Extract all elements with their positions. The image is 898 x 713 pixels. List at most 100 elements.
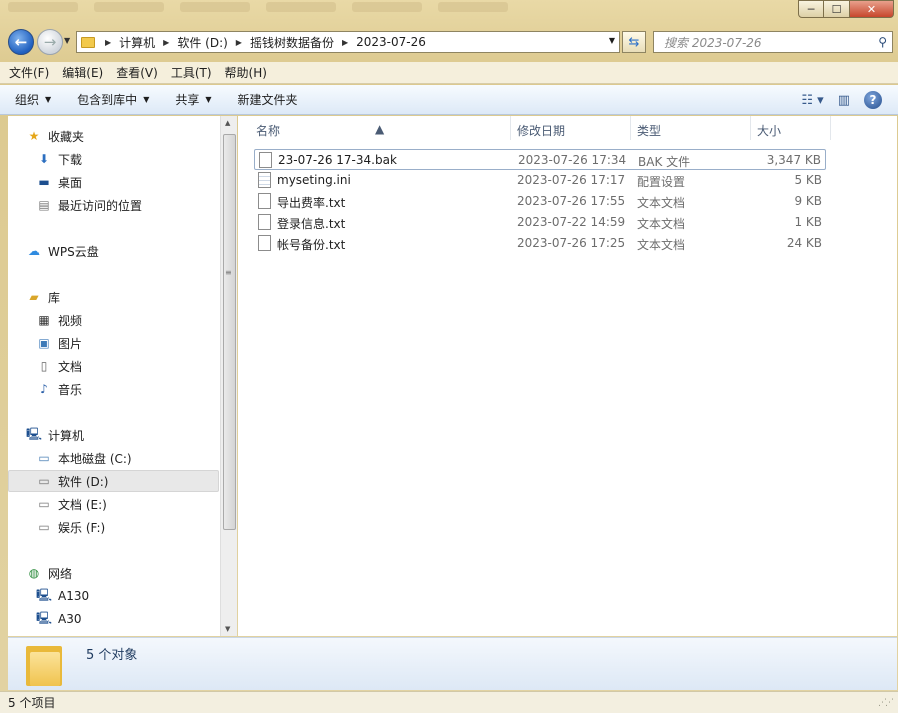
- column-date-modified[interactable]: 修改日期: [517, 122, 565, 139]
- file-name: 帐号备份.txt: [277, 238, 346, 252]
- sidebar-item-music[interactable]: ♪ 音乐: [36, 378, 82, 400]
- search-icon[interactable]: ⚲: [878, 35, 887, 49]
- address-bar[interactable]: ▶ 计算机 ▶ 软件 (D:) ▶ 摇钱树数据备份 ▶ 2023-07-26 ▼: [76, 31, 620, 53]
- sidebar-item-wps-cloud[interactable]: ☁ WPS云盘: [26, 240, 99, 262]
- chevron-right-icon[interactable]: ▶: [236, 38, 242, 47]
- cloud-icon: ☁: [28, 244, 40, 258]
- sidebar-label: 软件 (D:): [58, 474, 109, 489]
- file-date: 2023-07-26 17:34: [518, 153, 627, 167]
- column-name[interactable]: 名称: [256, 122, 280, 139]
- column-divider[interactable]: [750, 116, 751, 140]
- scrollbar-thumb[interactable]: [223, 134, 236, 530]
- new-folder-label: 新建文件夹: [237, 93, 298, 107]
- system-drive-icon: ▭: [38, 451, 50, 465]
- include-library-label: 包含到库中: [77, 93, 138, 107]
- file-row[interactable]: 导出费率.txt 2023-07-26 17:55 文本文档 9 KB: [254, 191, 826, 212]
- sidebar-item-drive-c[interactable]: ▭ 本地磁盘 (C:): [36, 447, 131, 469]
- close-button[interactable]: ✕: [850, 0, 894, 18]
- background-taskbar-strip: [0, 0, 600, 14]
- address-dropdown-arrow[interactable]: ▼: [609, 36, 615, 45]
- search-placeholder: 搜索 2023-07-26: [664, 35, 762, 50]
- breadcrumb-backup-folder[interactable]: 摇钱树数据备份: [250, 34, 334, 51]
- new-folder-button[interactable]: 新建文件夹: [238, 91, 298, 108]
- sidebar-item-pictures[interactable]: ▣ 图片: [36, 332, 82, 354]
- sidebar-item-documents[interactable]: ▯ 文档: [36, 355, 82, 377]
- menu-tools[interactable]: 工具(T): [171, 64, 212, 81]
- back-button[interactable]: ←: [8, 29, 34, 55]
- chevron-down-icon: ▼: [205, 95, 212, 104]
- text-file-icon: [258, 214, 271, 230]
- view-options-icon[interactable]: ☷ ▾: [801, 93, 823, 108]
- menu-edit[interactable]: 编辑(E): [62, 64, 103, 81]
- chevron-right-icon[interactable]: ▶: [105, 38, 111, 47]
- column-divider[interactable]: [510, 116, 511, 140]
- sidebar-item-a30[interactable]: 🖳 A30: [36, 608, 81, 630]
- sidebar-item-desktop[interactable]: ▬ 桌面: [36, 171, 82, 193]
- arrow-left-icon: ←: [14, 33, 28, 51]
- sidebar-label: WPS云盘: [48, 244, 99, 259]
- sidebar-label: A130: [58, 589, 90, 603]
- video-icon: ▦: [38, 313, 50, 327]
- library-icon: ▰: [29, 290, 39, 304]
- sort-ascending-icon: ▲: [375, 122, 385, 136]
- share-button[interactable]: 共享 ▼: [175, 91, 211, 108]
- search-box[interactable]: 搜索 2023-07-26 ⚲: [653, 31, 893, 53]
- sidebar-label: 收藏夹: [48, 129, 85, 144]
- column-divider[interactable]: [630, 116, 631, 140]
- sidebar-item-computer[interactable]: 🖳 计算机: [26, 424, 84, 446]
- preview-pane-icon[interactable]: ▥: [838, 93, 850, 108]
- column-size[interactable]: 大小: [757, 122, 781, 139]
- sidebar-item-a130[interactable]: 🖳 A130: [36, 585, 89, 607]
- sidebar-label: 下载: [58, 152, 83, 167]
- file-name: 登录信息.txt: [277, 217, 346, 231]
- sidebar-item-recent[interactable]: ▤ 最近访问的位置: [36, 194, 142, 216]
- file-row[interactable]: myseting.ini 2023-07-26 17:17 配置设置 5 KB: [254, 170, 826, 191]
- file-row[interactable]: 登录信息.txt 2023-07-22 14:59 文本文档 1 KB: [254, 212, 826, 233]
- sidebar-item-drive-e[interactable]: ▭ 文档 (E:): [36, 493, 106, 515]
- file-list-pane: ▲ 名称 修改日期 类型 大小 23-07-26 17-34.bak 2023-…: [238, 116, 897, 636]
- resize-grip-icon[interactable]: ⋰⋰: [878, 698, 894, 708]
- forward-button[interactable]: →: [37, 29, 63, 55]
- desktop-icon: ▬: [38, 175, 50, 189]
- sidebar-item-videos[interactable]: ▦ 视频: [36, 309, 82, 331]
- chevron-right-icon[interactable]: ▶: [163, 38, 169, 47]
- help-icon[interactable]: ?: [864, 91, 882, 109]
- command-toolbar: 组织 ▼ 包含到库中 ▼ 共享 ▼ 新建文件夹 ☷ ▾ ▥ ?: [0, 85, 898, 115]
- breadcrumb-date-folder[interactable]: 2023-07-26: [356, 35, 426, 49]
- file-size: 3,347 KB: [766, 153, 821, 167]
- column-type[interactable]: 类型: [637, 122, 661, 139]
- sidebar-item-drive-d[interactable]: ▭ 软件 (D:): [8, 470, 219, 492]
- column-divider[interactable]: [830, 116, 831, 140]
- object-count: 5 个对象: [86, 648, 138, 663]
- include-in-library-button[interactable]: 包含到库中 ▼: [77, 91, 149, 108]
- organize-button[interactable]: 组织 ▼: [15, 91, 51, 108]
- sidebar-item-drive-f[interactable]: ▭ 娱乐 (F:): [36, 516, 105, 538]
- recent-pages-dropdown[interactable]: ▼: [64, 36, 70, 45]
- menu-help[interactable]: 帮助(H): [225, 64, 267, 81]
- maximize-button[interactable]: ☐: [824, 0, 850, 18]
- menu-view[interactable]: 查看(V): [116, 64, 158, 81]
- menu-file[interactable]: 文件(F): [9, 64, 49, 81]
- file-size: 9 KB: [794, 194, 822, 208]
- minimize-button[interactable]: ─: [798, 0, 824, 18]
- scroll-up-arrow[interactable]: ▲: [225, 119, 230, 127]
- refresh-button[interactable]: ⇆: [622, 31, 646, 53]
- sidebar-item-favorites[interactable]: ★ 收藏夹: [26, 125, 84, 147]
- menu-bar: 文件(F) 编辑(E) 查看(V) 工具(T) 帮助(H): [0, 62, 898, 84]
- scroll-down-arrow[interactable]: ▼: [225, 625, 230, 633]
- file-row[interactable]: 23-07-26 17-34.bak 2023-07-26 17:34 BAK …: [254, 149, 826, 170]
- recent-places-icon: ▤: [38, 198, 50, 212]
- sidebar-item-downloads[interactable]: ⬇ 下载: [36, 148, 82, 170]
- sidebar-label: 库: [48, 290, 61, 305]
- breadcrumb-drive-d[interactable]: 软件 (D:): [177, 34, 227, 51]
- chevron-right-icon[interactable]: ▶: [342, 38, 348, 47]
- file-type: 文本文档: [637, 238, 686, 252]
- sidebar-item-libraries[interactable]: ▰ 库: [26, 286, 60, 308]
- sidebar-item-network[interactable]: ◍ 网络: [26, 562, 72, 584]
- scroll-grip-icon: ≡: [225, 268, 232, 277]
- file-row[interactable]: 帐号备份.txt 2023-07-26 17:25 文本文档 24 KB: [254, 233, 826, 254]
- file-date: 2023-07-26 17:25: [517, 236, 626, 250]
- arrow-right-icon: →: [43, 33, 57, 51]
- navigation-scrollbar[interactable]: ▲ ≡ ▼: [220, 116, 237, 636]
- breadcrumb-computer[interactable]: 计算机: [119, 34, 155, 51]
